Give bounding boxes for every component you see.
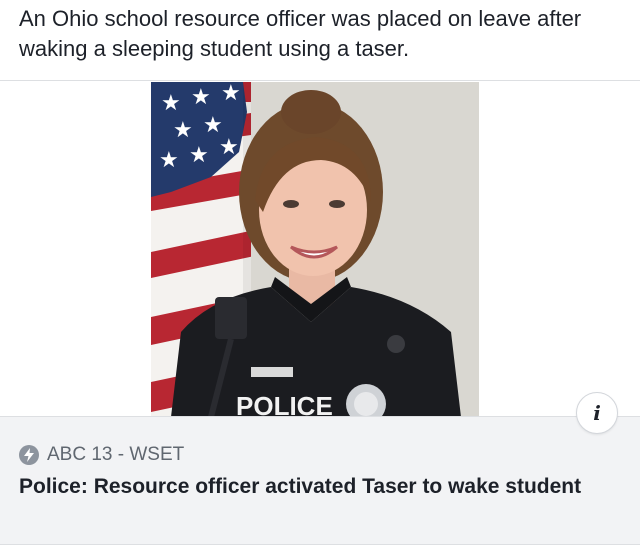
info-icon[interactable]: i bbox=[576, 392, 618, 434]
svg-text:★: ★ bbox=[191, 85, 211, 110]
svg-text:★: ★ bbox=[189, 143, 209, 168]
source-row: ABC 13 - WSET bbox=[19, 443, 184, 467]
link-headline[interactable]: Police: Resource officer activated Taser… bbox=[19, 473, 609, 500]
svg-text:POLICE: POLICE bbox=[236, 391, 333, 417]
svg-text:★: ★ bbox=[221, 82, 241, 106]
lightning-icon bbox=[19, 445, 39, 465]
svg-text:★: ★ bbox=[219, 135, 239, 160]
link-caption[interactable]: ABC 13 - WSET Police: Resource officer a… bbox=[0, 416, 640, 545]
link-preview-card[interactable]: ★ ★ ★ ★ ★ ★ ★ ★ POLICE i ABC 13 - WSET P… bbox=[0, 80, 640, 547]
svg-text:★: ★ bbox=[161, 91, 181, 116]
post-text: An Ohio school resource officer was plac… bbox=[19, 6, 582, 61]
source-label: ABC 13 - WSET bbox=[47, 444, 185, 465]
svg-text:★: ★ bbox=[159, 148, 179, 173]
svg-text:★: ★ bbox=[173, 118, 193, 143]
link-image-area[interactable]: ★ ★ ★ ★ ★ ★ ★ ★ POLICE bbox=[0, 80, 640, 417]
officer-photo[interactable]: ★ ★ ★ ★ ★ ★ ★ ★ POLICE bbox=[151, 82, 479, 417]
